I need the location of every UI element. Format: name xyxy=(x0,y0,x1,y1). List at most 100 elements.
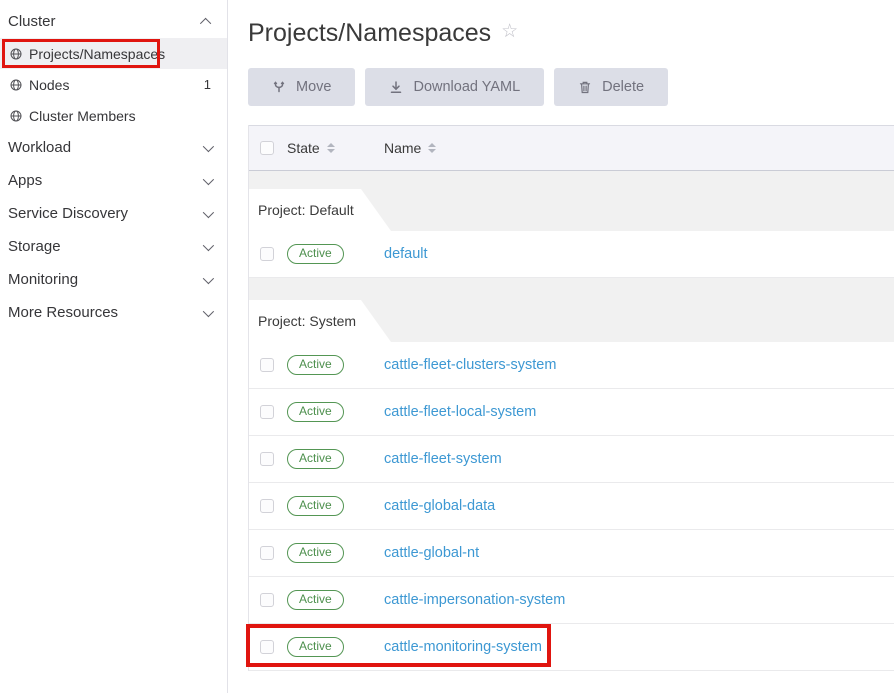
sidebar-nav: Cluster Projects/Namespaces Nodes 1 xyxy=(0,0,228,693)
state-cell: Active xyxy=(287,496,384,516)
row-checkbox-cell xyxy=(260,546,274,560)
status-badge: Active xyxy=(287,244,344,264)
group-rows: Active cattle-fleet-clusters-system Acti… xyxy=(249,342,894,671)
chevron-icon xyxy=(203,206,214,217)
sidebar-section-storage[interactable]: Storage xyxy=(0,230,227,263)
status-badge: Active xyxy=(287,637,344,657)
sidebar-item-nodes[interactable]: Nodes 1 xyxy=(0,69,227,100)
download-yaml-button-label: Download YAML xyxy=(413,79,520,95)
sidebar-section-label: Storage xyxy=(8,238,203,255)
state-cell: Active xyxy=(287,402,384,422)
name-column-label: Name xyxy=(384,140,421,156)
row-checkbox[interactable] xyxy=(260,593,274,607)
download-yaml-button[interactable]: Download YAML xyxy=(365,68,544,106)
row-checkbox[interactable] xyxy=(260,358,274,372)
name-column-header[interactable]: Name xyxy=(384,140,894,156)
sidebar-section-apps[interactable]: Apps xyxy=(0,164,227,197)
state-cell: Active xyxy=(287,590,384,610)
row-checkbox-cell xyxy=(260,247,274,261)
download-icon xyxy=(389,80,403,94)
move-button[interactable]: Move xyxy=(248,68,355,106)
status-badge: Active xyxy=(287,355,344,375)
name-cell: default xyxy=(384,246,894,262)
rancher-cluster-explorer: Cluster Projects/Namespaces Nodes 1 xyxy=(0,0,894,693)
group-header-band: Project: System xyxy=(249,278,894,342)
table-group: Project: System Active cattle-fleet-clus… xyxy=(249,278,894,671)
group-header-band: Project: Default xyxy=(249,171,894,231)
row-checkbox-cell xyxy=(260,358,274,372)
sidebar-section-more-resources[interactable]: More Resources xyxy=(0,296,227,329)
name-cell: cattle-fleet-system xyxy=(384,451,894,467)
favorite-star-icon[interactable]: ☆ xyxy=(501,20,518,44)
sidebar-section: Cluster Projects/Namespaces Nodes 1 xyxy=(0,5,227,131)
page-header: Projects/Namespaces ☆ xyxy=(248,18,894,48)
state-cell: Active xyxy=(287,637,384,657)
trash-icon xyxy=(578,80,592,94)
delete-button[interactable]: Delete xyxy=(554,68,668,106)
status-badge: Active xyxy=(287,543,344,563)
group-rows: Active default xyxy=(249,231,894,278)
row-checkbox[interactable] xyxy=(260,640,274,654)
namespace-link[interactable]: cattle-monitoring-system xyxy=(384,639,542,655)
namespace-link[interactable]: cattle-fleet-system xyxy=(384,451,502,467)
row-checkbox[interactable] xyxy=(260,546,274,560)
sidebar-item-label: Cluster Members xyxy=(29,108,136,124)
table-row: Active cattle-impersonation-system xyxy=(249,577,894,624)
namespace-link[interactable]: cattle-global-nt xyxy=(384,545,479,561)
sidebar-section: Monitoring xyxy=(0,263,227,296)
name-cell: cattle-global-nt xyxy=(384,545,894,561)
group-label: Project: Default xyxy=(258,202,354,218)
sidebar-section: Workload xyxy=(0,131,227,164)
sidebar-section-cluster[interactable]: Cluster xyxy=(0,5,227,38)
status-badge: Active xyxy=(287,496,344,516)
group-tab: Project: System xyxy=(249,300,391,342)
namespace-link[interactable]: default xyxy=(384,246,428,262)
select-all-checkbox[interactable] xyxy=(260,141,274,155)
state-cell: Active xyxy=(287,244,384,264)
sidebar-item-projects-namespaces[interactable]: Projects/Namespaces xyxy=(0,38,227,69)
page-title: Projects/Namespaces xyxy=(248,18,491,48)
row-checkbox[interactable] xyxy=(260,452,274,466)
table-row: Active cattle-monitoring-system xyxy=(249,624,894,671)
group-tab: Project: Default xyxy=(249,189,391,231)
sidebar-section: Service Discovery xyxy=(0,197,227,230)
sidebar-section: Storage xyxy=(0,230,227,263)
row-checkbox[interactable] xyxy=(260,405,274,419)
row-checkbox[interactable] xyxy=(260,499,274,513)
sidebar-section-label: Apps xyxy=(8,172,203,189)
sidebar-item-cluster-members[interactable]: Cluster Members xyxy=(0,100,227,131)
state-cell: Active xyxy=(287,355,384,375)
sort-icon[interactable] xyxy=(428,143,436,153)
namespace-link[interactable]: cattle-global-data xyxy=(384,498,495,514)
sort-icon[interactable] xyxy=(327,143,335,153)
namespace-link[interactable]: cattle-fleet-clusters-system xyxy=(384,357,556,373)
group-label: Project: System xyxy=(258,313,356,329)
sidebar-section: More Resources xyxy=(0,296,227,329)
namespace-link[interactable]: cattle-impersonation-system xyxy=(384,592,565,608)
sidebar-section-label: Service Discovery xyxy=(8,205,203,222)
chevron-icon xyxy=(203,239,214,250)
row-checkbox[interactable] xyxy=(260,247,274,261)
status-badge: Active xyxy=(287,590,344,610)
move-icon xyxy=(272,80,286,94)
sidebar-section-label: Workload xyxy=(8,139,203,156)
state-column-label: State xyxy=(287,140,320,156)
globe-icon xyxy=(10,110,22,122)
sidebar-item-label: Projects/Namespaces xyxy=(29,46,165,62)
table-row: Active cattle-fleet-local-system xyxy=(249,389,894,436)
state-cell: Active xyxy=(287,543,384,563)
globe-icon xyxy=(10,48,22,60)
sidebar-section-service-discovery[interactable]: Service Discovery xyxy=(0,197,227,230)
status-badge: Active xyxy=(287,449,344,469)
status-badge: Active xyxy=(287,402,344,422)
table-header-row: State Name xyxy=(249,125,894,171)
table-row: Active cattle-fleet-clusters-system xyxy=(249,342,894,389)
main-content: Projects/Namespaces ☆ Move xyxy=(228,0,894,693)
state-column-header[interactable]: State xyxy=(287,140,384,156)
namespace-link[interactable]: cattle-fleet-local-system xyxy=(384,404,536,420)
sidebar-section-workload[interactable]: Workload xyxy=(0,131,227,164)
sidebar-item-label: Nodes xyxy=(29,77,69,93)
sidebar-section-monitoring[interactable]: Monitoring xyxy=(0,263,227,296)
table-body: Project: Default Active default Project:… xyxy=(249,171,894,671)
sidebar-section-label: Cluster xyxy=(8,13,203,30)
